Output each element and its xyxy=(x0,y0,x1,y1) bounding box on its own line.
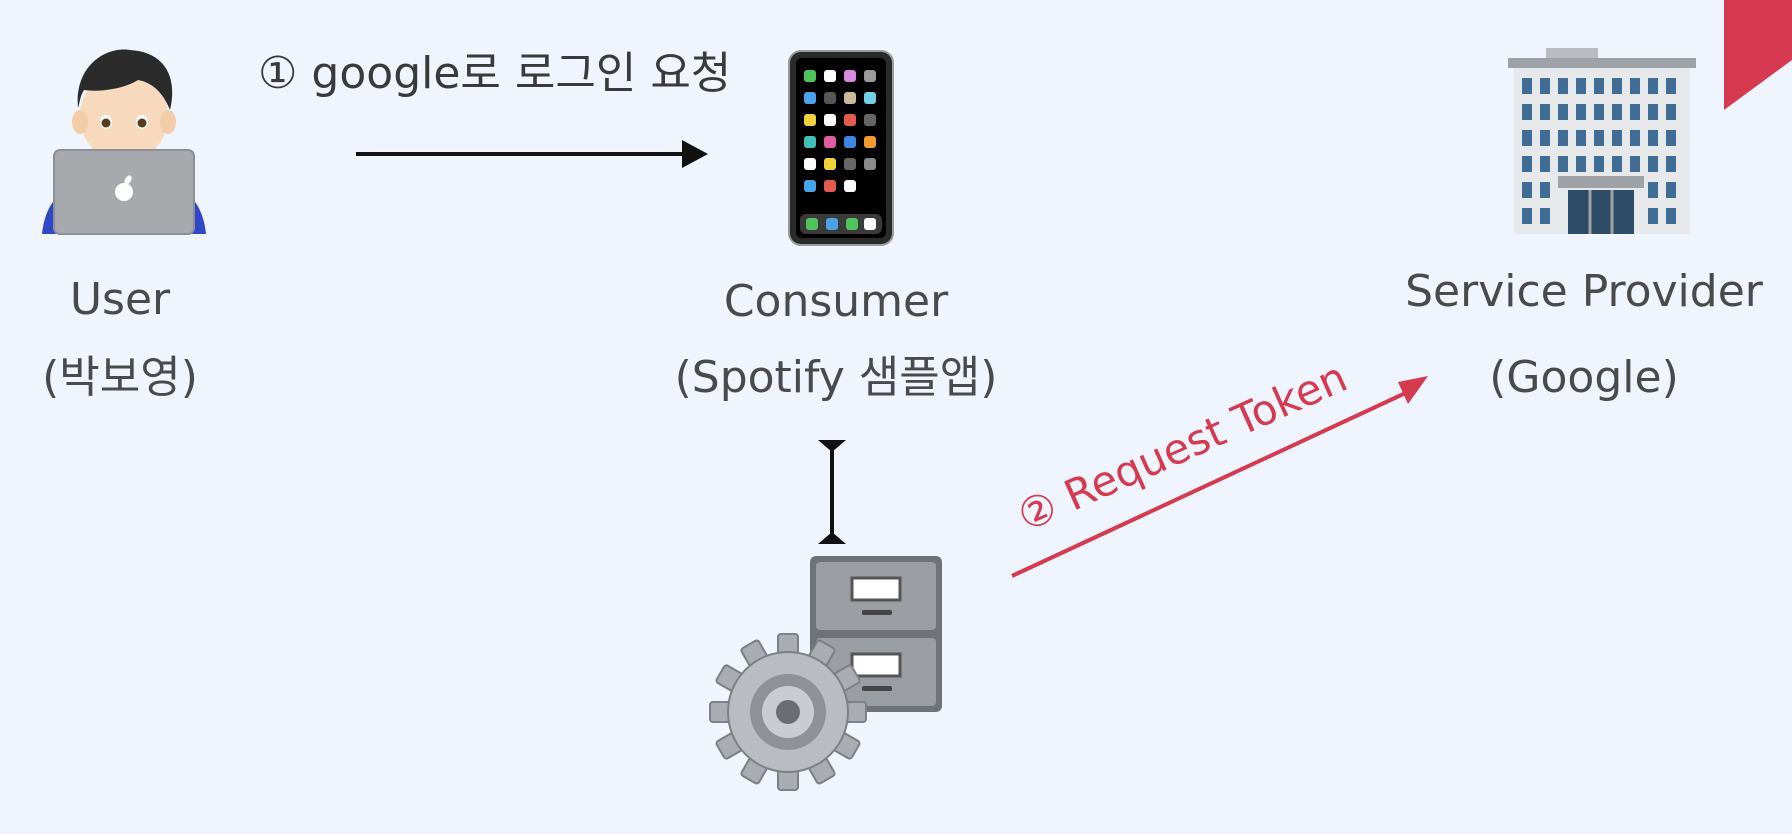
consumer-sub-label: (Spotify 샘플앱) xyxy=(674,352,998,403)
user-sub-label: (박보영) xyxy=(42,352,198,403)
office-building-icon xyxy=(1508,48,1696,234)
mobile-phone-icon xyxy=(788,50,894,246)
user-name-label: User xyxy=(69,274,171,325)
consumer-storage-connector xyxy=(818,440,846,544)
corner-accent xyxy=(1724,0,1792,110)
file-cabinet-gear-icon xyxy=(709,556,942,791)
consumer-name-label: Consumer xyxy=(723,276,949,327)
provider-name-label: Service Provider xyxy=(1405,266,1763,317)
step1-arrow xyxy=(356,140,708,168)
person-at-laptop-icon xyxy=(42,49,206,235)
step1-label: ① google로 로그인 요청 xyxy=(258,48,732,99)
provider-sub-label: (Google) xyxy=(1489,352,1679,403)
